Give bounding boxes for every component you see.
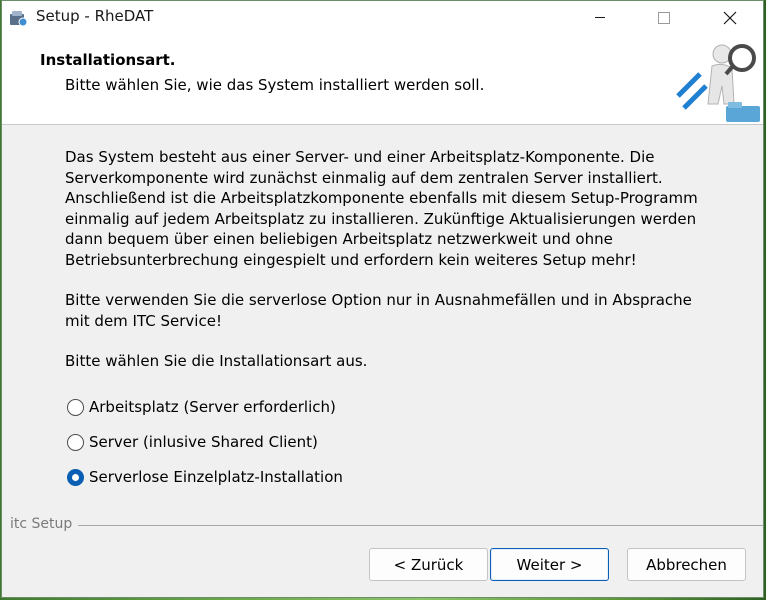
wizard-header: Installationsart. Bitte wählen Sie, wie … [2,34,763,125]
description-text: Das System besteht aus einer Server- und… [65,147,705,392]
radio-button[interactable] [67,398,84,416]
setup-window: Setup - RheDAT Installationsart. Bitte w… [1,0,764,598]
radio-label[interactable]: Server (inlusive Shared Client) [89,433,318,451]
close-button[interactable] [707,1,753,34]
title-bar[interactable]: Setup - RheDAT [2,1,763,34]
cancel-button[interactable]: Abbrechen [627,548,746,581]
footer-divider [10,525,763,526]
option-serverlos[interactable]: Serverlose Einzelplatz-Installation [67,466,343,488]
maximize-icon [658,12,670,24]
minimize-button[interactable] [577,1,623,34]
close-icon [723,11,737,25]
setup-app-icon [10,11,28,27]
instruction-paragraph: Bitte wählen Sie die Installationsart au… [65,352,368,370]
option-arbeitsplatz[interactable]: Arbeitsplatz (Server erforderlich) [67,396,336,418]
description-paragraph: Das System besteht aus einer Server- und… [65,148,698,269]
radio-button[interactable] [67,433,84,451]
maximize-button[interactable] [641,1,687,34]
page-subtitle: Bitte wählen Sie, wie das System install… [65,76,485,94]
back-button[interactable]: < Zurück [369,548,488,581]
window-title: Setup - RheDAT [36,7,154,25]
brand-label: itc Setup [10,516,79,532]
radio-label[interactable]: Arbeitsplatz (Server erforderlich) [89,398,336,416]
radio-label[interactable]: Serverlose Einzelplatz-Installation [89,468,343,486]
page-title: Installationsart. [40,51,176,69]
next-button[interactable]: Weiter > [490,548,609,581]
minimize-icon [595,17,605,18]
magnifier-person-icon [676,44,760,122]
warning-paragraph: Bitte verwenden Sie die serverlose Optio… [65,291,692,330]
radio-button-selected[interactable] [67,468,84,486]
option-server[interactable]: Server (inlusive Shared Client) [67,431,318,453]
